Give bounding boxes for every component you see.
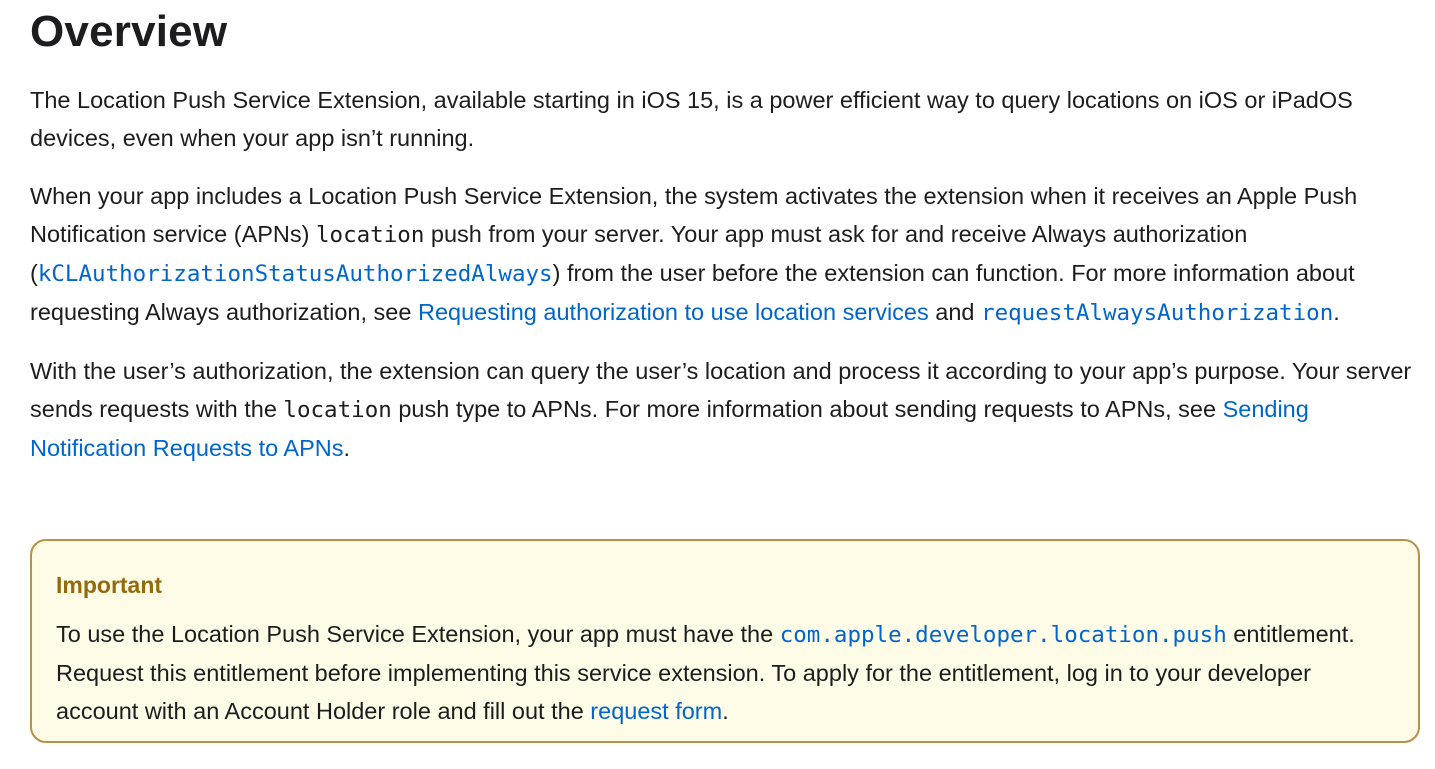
requesting-authorization-link[interactable]: Requesting authorization to use location… (418, 299, 929, 325)
important-text-3: . (722, 698, 729, 724)
important-label: Important (56, 572, 163, 598)
request-form-link[interactable]: request form (590, 698, 722, 724)
important-callout: Important To use the Location Push Servi… (30, 539, 1420, 743)
intro-paragraph: The Location Push Service Extension, ava… (30, 81, 1425, 157)
entitlement-link[interactable]: com.apple.developer.location.push (780, 622, 1227, 648)
authorization-text-5: . (1333, 299, 1340, 325)
server-text-3: . (343, 435, 351, 461)
request-always-authorization-link[interactable]: requestAlwaysAuthorization (981, 300, 1333, 326)
overview-section: Overview The Location Push Service Exten… (30, 0, 1425, 467)
server-paragraph: With the user’s authorization, the exten… (30, 352, 1425, 467)
important-text-1: To use the Location Push Service Extensi… (56, 621, 780, 647)
authorization-text-4: and (928, 299, 982, 325)
page-title: Overview (30, 7, 228, 56)
location-push-code: location (316, 222, 425, 248)
kcl-authorization-status-link[interactable]: kCLAuthorizationStatusAuthorizedAlways (38, 261, 553, 287)
location-push-type-code: location (283, 397, 392, 423)
authorization-paragraph: When your app includes a Location Push S… (30, 177, 1425, 332)
important-paragraph: To use the Location Push Service Extensi… (56, 615, 1394, 730)
intro-text: The Location Push Service Extension, ava… (30, 87, 1353, 151)
server-text-2: push type to APNs. For more information … (391, 396, 1223, 422)
